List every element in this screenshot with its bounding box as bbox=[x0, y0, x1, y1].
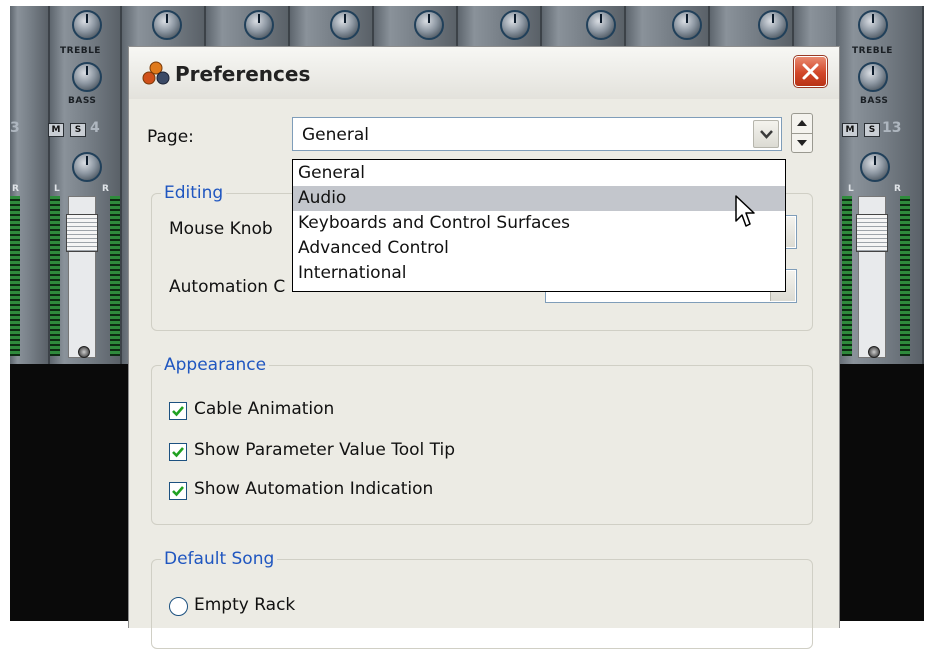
show-parameter-tooltip-checkbox[interactable] bbox=[169, 443, 187, 461]
mouse-knob-label: Mouse Knob bbox=[169, 219, 273, 239]
arrow-down-icon bbox=[797, 140, 807, 146]
page-label: Page: bbox=[147, 127, 194, 147]
pan-knob[interactable] bbox=[860, 152, 890, 182]
show-parameter-tooltip-label: Show Parameter Value Tool Tip bbox=[194, 440, 456, 460]
page-dropdown-list: General Audio Keyboards and Control Surf… bbox=[292, 159, 786, 292]
close-button[interactable] bbox=[793, 55, 828, 88]
level-meter bbox=[50, 196, 60, 356]
mute-button[interactable]: M bbox=[48, 123, 64, 137]
level-meter bbox=[900, 196, 910, 356]
close-icon bbox=[802, 63, 819, 80]
treble-label: TREBLE bbox=[852, 46, 893, 56]
checkmark-icon bbox=[172, 486, 184, 497]
level-meter bbox=[10, 196, 20, 356]
arrow-up-icon bbox=[797, 120, 807, 126]
dropdown-option-general[interactable]: General bbox=[293, 161, 785, 186]
bass-label: BASS bbox=[68, 96, 97, 106]
dropdown-option-advanced-control[interactable]: Advanced Control bbox=[293, 236, 785, 261]
pan-knob[interactable] bbox=[72, 152, 102, 182]
level-meter bbox=[842, 196, 852, 356]
eq-knob[interactable] bbox=[758, 10, 788, 40]
channel-number: 3 bbox=[10, 120, 20, 136]
solo-button[interactable]: S bbox=[864, 123, 880, 137]
empty-rack-label: Empty Rack bbox=[194, 595, 296, 615]
treble-label: TREBLE bbox=[60, 46, 101, 56]
editing-group-title: Editing bbox=[161, 183, 227, 203]
eq-knob[interactable] bbox=[858, 10, 888, 40]
channel-number: 13 bbox=[882, 120, 902, 136]
screw-icon bbox=[868, 346, 880, 358]
preferences-dialog: Preferences Page: General Editing Mouse … bbox=[128, 46, 840, 649]
bass-label: BASS bbox=[860, 96, 889, 106]
empty-rack-radio[interactable] bbox=[169, 597, 188, 616]
right-label: R bbox=[102, 184, 109, 194]
mute-button[interactable]: M bbox=[842, 123, 858, 137]
cable-animation-label: Cable Animation bbox=[194, 399, 335, 419]
default-song-group-title: Default Song bbox=[161, 549, 278, 569]
channel-number: 4 bbox=[90, 120, 100, 136]
dropdown-option-audio[interactable]: Audio bbox=[293, 186, 785, 211]
mouse-cursor-icon bbox=[735, 195, 755, 227]
checkmark-icon bbox=[172, 406, 184, 417]
page-spinner bbox=[791, 113, 813, 153]
chevron-down-icon bbox=[760, 130, 773, 139]
channel-fader[interactable] bbox=[66, 214, 98, 252]
left-label: L bbox=[54, 184, 60, 194]
app-logo-icon bbox=[142, 61, 170, 85]
left-label: L bbox=[848, 184, 854, 194]
eq-knob[interactable] bbox=[152, 10, 182, 40]
eq-knob[interactable] bbox=[586, 10, 616, 40]
checkmark-icon bbox=[172, 447, 184, 458]
show-automation-indication-label: Show Automation Indication bbox=[194, 479, 434, 499]
page-select-value: General bbox=[302, 125, 369, 145]
bass-knob[interactable] bbox=[858, 62, 888, 92]
channel-fader[interactable] bbox=[856, 214, 888, 252]
dropdown-option-keyboards[interactable]: Keyboards and Control Surfaces bbox=[293, 211, 785, 236]
page-select[interactable]: General bbox=[292, 117, 782, 151]
right-label: R bbox=[894, 184, 901, 194]
cable-animation-checkbox[interactable] bbox=[169, 402, 187, 420]
bass-knob[interactable] bbox=[72, 62, 102, 92]
dialog-title: Preferences bbox=[175, 62, 311, 86]
right-label: R bbox=[12, 184, 19, 194]
eq-knob[interactable] bbox=[414, 10, 444, 40]
eq-knob[interactable] bbox=[330, 10, 360, 40]
screw-icon bbox=[78, 346, 90, 358]
solo-button[interactable]: S bbox=[70, 123, 86, 137]
eq-knob[interactable] bbox=[500, 10, 530, 40]
automation-label: Automation C bbox=[169, 277, 286, 297]
level-meter bbox=[110, 196, 120, 356]
dropdown-option-international[interactable]: International bbox=[293, 261, 785, 286]
page-dropdown-button[interactable] bbox=[753, 120, 779, 148]
dialog-titlebar[interactable]: Preferences bbox=[129, 47, 839, 99]
show-automation-indication-checkbox[interactable] bbox=[169, 482, 187, 500]
eq-knob[interactable] bbox=[72, 10, 102, 40]
spin-down-button[interactable] bbox=[792, 133, 812, 153]
eq-knob[interactable] bbox=[672, 10, 702, 40]
spin-up-button[interactable] bbox=[792, 114, 812, 133]
eq-knob[interactable] bbox=[244, 10, 274, 40]
appearance-group-title: Appearance bbox=[161, 355, 270, 375]
